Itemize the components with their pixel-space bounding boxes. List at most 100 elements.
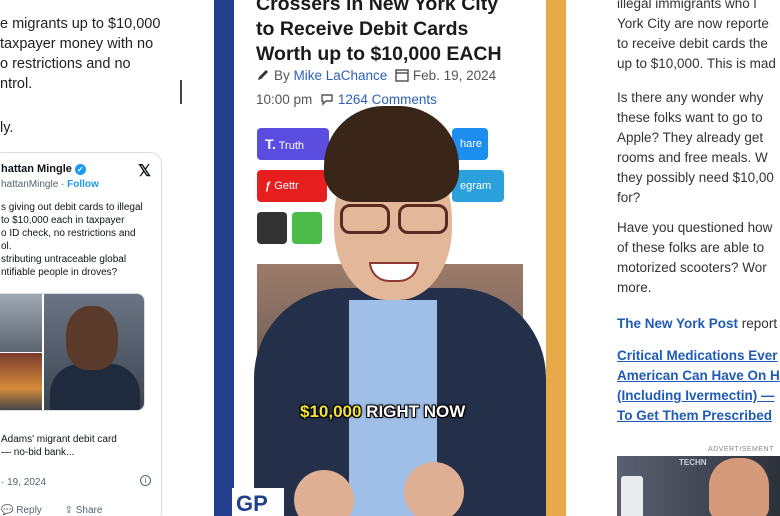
- ad-tag-text: TECHN: [679, 458, 707, 467]
- text-cursor: [180, 80, 182, 104]
- tweet-actions: 💬 Reply ⇪ Share: [1, 505, 122, 516]
- paragraph-line: they possibly need $10,00: [617, 170, 774, 185]
- tweet-media[interactable]: [0, 293, 145, 411]
- article-meta: By Mike LaChance Feb. 19, 2024 10:00 pm …: [256, 64, 496, 112]
- share-gettr-button[interactable]: ƒ Gettr: [257, 170, 327, 202]
- verified-badge-icon: ✓: [74, 163, 86, 175]
- paragraph-line: rooms and free meals. W: [617, 150, 768, 165]
- left-paragraph: e migrants up to $10,000 taxpayer money …: [0, 14, 200, 94]
- glasses-lens: [398, 204, 448, 234]
- left-paragraph-line: ntrol.: [0, 76, 33, 92]
- blue-border-strip: [214, 0, 234, 516]
- article-headline: Crossers in New York City to Receive Deb…: [256, 0, 546, 67]
- pen-icon: [258, 70, 268, 80]
- headline-line: Crossers in New York City: [256, 0, 499, 15]
- truth-icon: T.: [265, 136, 276, 152]
- paragraph-line: these folks want to go to: [617, 110, 763, 125]
- comments-icon: [321, 94, 333, 106]
- embedded-tweet[interactable]: hattan Mingle ✓ hattanMingle · Follow 𝕏 s…: [0, 152, 162, 516]
- tweet-text: s giving out debit cards to illegal to $…: [1, 201, 151, 279]
- paragraph-line: more.: [617, 280, 652, 295]
- info-icon[interactable]: i: [140, 475, 151, 486]
- related-link-line: To Get Them Prescribed: [617, 408, 773, 423]
- caption-highlight: $10,000: [300, 402, 362, 421]
- author-link[interactable]: Mike LaChance: [294, 68, 388, 83]
- related-link-line: Critical Medications Ever: [617, 348, 778, 363]
- glasses-lens: [340, 204, 390, 234]
- presenter-hand: [404, 462, 464, 516]
- tweet-caption-line: Adams' migrant debit card: [1, 434, 117, 445]
- share-label: Share: [75, 505, 103, 516]
- right-paragraph-4: The New York Post report: [617, 314, 777, 334]
- reply-button[interactable]: 💬 Reply: [1, 505, 52, 516]
- paragraph-line: to receive debit cards the: [617, 36, 768, 51]
- reply-label: Reply: [16, 505, 42, 516]
- tweet-media-image[interactable]: [0, 294, 42, 352]
- left-article-column: e migrants up to $10,000 taxpayer money …: [0, 0, 215, 516]
- tweet-link-card-caption[interactable]: Adams' migrant debit card — no-bid bank.…: [1, 433, 117, 459]
- tweet-author-handle[interactable]: hattanMingle · Follow: [1, 179, 99, 190]
- paragraph-line: Is there any wonder why: [617, 90, 764, 105]
- paragraph-line: motorized scooters? Wor: [617, 260, 767, 275]
- publish-date: Feb. 19, 2024: [412, 68, 497, 83]
- caption-rest: RIGHT NOW: [361, 402, 466, 421]
- tweet-text-line: stributing untraceable global: [1, 254, 127, 265]
- headline-line: to Receive Debit Cards: [256, 18, 469, 40]
- right-paragraph-3: Have you questioned how of these folks a…: [617, 218, 772, 298]
- paragraph-text: report: [738, 316, 778, 331]
- publish-time: 10:00 pm: [256, 92, 313, 107]
- comments-link[interactable]: 1264 Comments: [338, 92, 437, 107]
- presenter-hair: [324, 106, 459, 202]
- video-caption: $10,000 RIGHT NOW: [300, 402, 465, 422]
- byline-prefix: By: [274, 68, 294, 83]
- right-article-column: illegal immigrants who l York City are n…: [600, 0, 780, 516]
- related-article-link[interactable]: Critical Medications Ever American Can H…: [617, 346, 780, 426]
- paragraph-line: Have you questioned how: [617, 220, 773, 235]
- presenter-glasses: [336, 204, 454, 234]
- left-paragraph-line: e migrants up to $10,000: [0, 16, 161, 32]
- paragraph-line: illegal immigrants who l: [617, 0, 757, 11]
- tweet-author-name[interactable]: hattan Mingle ✓: [1, 163, 86, 175]
- paragraph-line: for?: [617, 190, 641, 205]
- tweet-media-image[interactable]: [0, 353, 42, 410]
- video-overlay-frame[interactable]: Crossers in New York City to Receive Deb…: [214, 0, 566, 516]
- comment-share-button[interactable]: [257, 212, 287, 244]
- media-person-suit: [50, 364, 140, 410]
- sms-share-button[interactable]: [292, 212, 322, 244]
- tweet-caption-line: — no-bid bank...: [1, 447, 75, 458]
- advertisement-label: ADVERTISEMENT: [708, 446, 774, 453]
- tweet-date[interactable]: · 19, 2024: [1, 477, 46, 488]
- ad-person-image: [709, 458, 769, 516]
- share-button[interactable]: ⇪ Share: [65, 505, 113, 516]
- follow-link[interactable]: Follow: [67, 179, 99, 190]
- share-truth-button[interactable]: T. Truth: [257, 128, 329, 160]
- right-paragraph-1: illegal immigrants who l York City are n…: [617, 0, 776, 74]
- advertisement-banner[interactable]: TECHN: [617, 456, 780, 516]
- x-logo-icon[interactable]: 𝕏: [138, 161, 151, 181]
- right-paragraph-2: Is there any wonder why these folks want…: [617, 88, 774, 208]
- paragraph-line: of these folks are able to: [617, 240, 765, 255]
- calendar-icon: [395, 69, 409, 82]
- new-york-post-link[interactable]: The New York Post: [617, 316, 738, 331]
- related-link-line: American Can Have On H: [617, 368, 780, 383]
- media-person-face: [66, 306, 118, 370]
- tweet-text-line: s giving out debit cards to illegal: [1, 202, 143, 213]
- gp-logo: GP: [232, 488, 284, 516]
- gettr-label: Gettr: [274, 180, 299, 192]
- left-paragraph-line: o restrictions and no: [0, 56, 131, 72]
- paragraph-line: up to $10,000. This is mad: [617, 56, 776, 71]
- paragraph-line: York City are now reporte: [617, 16, 769, 31]
- share-telegram-button[interactable]: egram: [452, 170, 504, 202]
- tweet-text-line: ntifiable people in droves?: [1, 267, 118, 278]
- orange-border-strip: [546, 0, 566, 516]
- gettr-icon: ƒ: [265, 180, 272, 192]
- truth-label: Truth: [278, 140, 305, 152]
- left-paragraph-2: ly.: [0, 120, 14, 136]
- paragraph-line: Apple? They already get: [617, 130, 764, 145]
- tweet-text-line: ol.: [1, 241, 12, 252]
- ad-product-image: [621, 476, 643, 516]
- related-link-line: (Including Ivermectin) —: [617, 388, 775, 403]
- tweet-text-line: to $10,000 each in taxpayer: [1, 215, 125, 226]
- tweet-text-line: o ID check, no restrictions and: [1, 228, 136, 239]
- left-paragraph-line: taxpayer money with no: [0, 36, 154, 52]
